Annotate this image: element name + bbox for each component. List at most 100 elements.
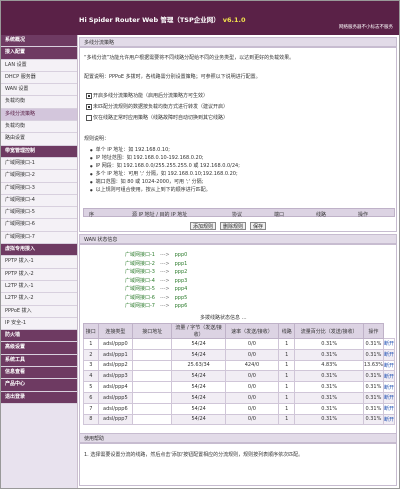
checkbox-line-normal-only[interactable]: [86, 115, 92, 121]
cell-act[interactable]: 断开: [382, 338, 396, 350]
sidebar-item[interactable]: 虚拟专用接入: [1, 244, 77, 257]
cell-line: 1: [277, 370, 296, 383]
col-conn-type: 连接类型: [97, 323, 134, 339]
cell-act[interactable]: 断开: [382, 391, 396, 404]
sidebar-item[interactable]: WAN 设置: [1, 84, 77, 97]
wan-mapping-row: 广域网接口-6 ---> ppp5: [125, 294, 187, 301]
cell-idx: 8: [83, 413, 99, 426]
sidebar-item[interactable]: 广域网接口-6: [1, 219, 77, 232]
sidebar-item[interactable]: 负载均衡: [1, 121, 77, 134]
sidebar-item[interactable]: LAN 设置: [1, 59, 77, 72]
cell-line: 1: [277, 381, 296, 393]
sidebar-item[interactable]: IP 安全-1: [1, 317, 77, 331]
sidebar-item[interactable]: 广域网接口-2: [1, 170, 77, 183]
cell-rate: 0/0: [224, 370, 279, 383]
cell-idx: 1: [83, 338, 99, 350]
sidebar-item[interactable]: 信息查看: [1, 367, 77, 380]
cell-traffic: 54/24: [171, 402, 226, 415]
cell-rate: 0/0: [224, 402, 279, 415]
sidebar-item[interactable]: 广域网接口-5: [1, 207, 77, 220]
cell-rate: 424/0: [224, 359, 279, 372]
ppp-device-name: ppp6: [174, 303, 188, 309]
header-right-text: 网络服务器不小标志不服务: [339, 25, 393, 30]
sidebar-item[interactable]: 退出登录: [1, 391, 77, 404]
wan-mapping-row: 广域网接口-3 ---> ppp2: [125, 268, 187, 275]
cell-traffic: 54/24: [171, 391, 226, 404]
cell-idx: 7: [83, 402, 99, 415]
sidebar-item[interactable]: 广域网接口-3: [1, 182, 77, 195]
table-header-row: 接口 连接类型 接口地址 流量 / 字节（发送/接收） 速率（发送/接收） 线路…: [83, 323, 395, 339]
sidebar-item[interactable]: L2TP 拨入-1: [1, 280, 77, 294]
help-text: 1. 选择需要设置分流的线路，然后点击'添加'按钮配置相应的分流规则，规则按列表…: [84, 452, 304, 458]
cell-idx: 4: [83, 370, 99, 383]
cell-line: 1: [277, 391, 296, 404]
checkbox-enable-policy[interactable]: [86, 93, 92, 99]
sidebar-item[interactable]: L2TP 拨入-2: [1, 293, 77, 306]
cell-pct1: 0.31%: [294, 338, 364, 350]
cell-idx: 2: [83, 348, 99, 361]
cell-line: 1: [277, 413, 296, 426]
cell-act[interactable]: 断开: [382, 413, 396, 426]
sidebar-item[interactable]: 带宽管理控制: [1, 145, 77, 158]
table-row: 6 adsl/ppp5 54/24 0/0 1 0.31% 0.31% 断开: [83, 391, 396, 404]
cell-act[interactable]: 断开: [382, 359, 396, 372]
sidebar-item[interactable]: PPTP 拨入-1: [1, 256, 77, 269]
col-percent: 流量百分比（发送/接收）: [294, 323, 364, 339]
table-row: 2 adsl/ppp1 54/24 0/0 1 0.31% 0.31% 断开: [83, 348, 396, 361]
sidebar-item[interactable]: 负载均衡: [1, 96, 77, 109]
router-admin-window: Hi Spider Router Web 管理（TSP企业网） v6.1.0 网络…: [0, 0, 400, 489]
cell-pct2: 0.31%: [362, 370, 384, 383]
cell-act[interactable]: 断开: [382, 370, 396, 383]
rule-item: 多个 IP 地址：可用 ';' 分隔，如 192.168.0.10;192.16…: [90, 170, 238, 177]
sidebar-item[interactable]: 高级设置: [1, 342, 77, 355]
table-row: 3 adsl/ppp2 25.63/34 424/0 1 4.83% 13.63% 断开: [83, 359, 396, 372]
save-button[interactable]: 保存: [250, 222, 266, 230]
arrow-right-icon: --->: [160, 260, 170, 267]
wan-panel: 广域网接口-1 ---> ppp0 广域网接口-2 ---> ppp1 广域网接口-3 ---…: [79, 244, 397, 439]
wan-interface-name: 广域网接口-7: [125, 303, 155, 309]
cell-type: adsl/ppp5: [97, 391, 134, 404]
add-rule-button[interactable]: 添加规则: [190, 222, 216, 230]
cell-act[interactable]: 断开: [382, 402, 396, 415]
sidebar-item[interactable]: PPPoE 拨入: [1, 305, 77, 318]
checkbox-unmatched-balance[interactable]: [86, 104, 92, 110]
rule-col-action: 操作: [358, 211, 369, 218]
sidebar-item[interactable]: 产品中心: [1, 379, 77, 392]
ppp-device-name: ppp3: [174, 277, 188, 284]
arrow-right-icon: --->: [160, 286, 170, 292]
sidebar-item[interactable]: 系统概况: [1, 35, 77, 48]
cell-addr: [132, 381, 173, 393]
cell-pct1: 0.31%: [294, 381, 364, 393]
rule-col-index: 序: [89, 211, 95, 218]
cell-traffic: 25.63/34: [171, 359, 226, 372]
sidebar-item[interactable]: DHCP 服务器: [1, 71, 77, 85]
col-address: 接口地址: [132, 323, 173, 339]
delete-rule-button[interactable]: 删除规则: [220, 222, 246, 230]
wan-legend: 多拨线路状态信息 …: [200, 315, 247, 321]
sidebar-item[interactable]: 广域网接口-4: [1, 194, 77, 208]
cell-pct1: 0.31%: [294, 348, 364, 361]
rule-item: IP 网段：如 192.168.0.0/255.255.255.0 或 192.…: [90, 162, 240, 169]
col-traffic: 流量 / 字节（发送/接收）: [171, 323, 226, 339]
ppp-device-name: ppp5: [174, 294, 188, 301]
cell-pct2: 0.31%: [362, 348, 384, 361]
sidebar-item[interactable]: 广域网接口-7: [1, 231, 77, 245]
wan-interface-name: 广域网接口-2: [125, 260, 155, 267]
ppp-device-name: ppp2: [174, 269, 188, 275]
sidebar-item[interactable]: 接入配置: [1, 47, 77, 60]
cell-addr: [132, 391, 173, 404]
wan-interface-name: 广域网接口-5: [125, 286, 155, 292]
sidebar-item[interactable]: 系统工具: [1, 354, 77, 368]
cell-act[interactable]: 断开: [382, 381, 396, 393]
config-panel-title: 多线分流策略: [79, 37, 397, 47]
cell-rate: 0/0: [224, 413, 279, 426]
cell-line: 1: [277, 338, 296, 350]
cell-act[interactable]: 断开: [382, 348, 396, 361]
sidebar-item[interactable]: 防火墙: [1, 330, 77, 343]
sidebar-item[interactable]: PPTP 拨入-2: [1, 268, 77, 281]
rule-item: IP 地址范围：如 192.168.0.10-192.168.0.20;: [90, 154, 204, 161]
rule-col-protocol: 协议: [232, 211, 243, 218]
sidebar-item[interactable]: 路由设置: [1, 133, 77, 146]
sidebar-item[interactable]: 多线分流策略: [1, 108, 77, 122]
sidebar-item[interactable]: 广域网接口-1: [1, 157, 77, 171]
